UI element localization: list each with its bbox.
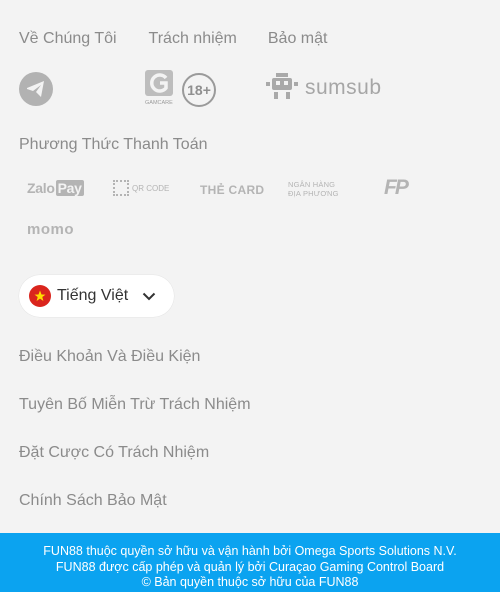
card-logo: THẺ CARD: [200, 183, 265, 197]
momo-logo: momo: [27, 221, 74, 238]
local-bank-logo: NGÂN HÀNG ĐỊA PHƯƠNG: [288, 180, 339, 198]
disclaimer-link[interactable]: Tuyên Bố Miễn Trừ Trách Nhiệm: [19, 396, 251, 414]
svg-text:GAMCARE: GAMCARE: [145, 100, 173, 106]
qr-icon: [113, 180, 129, 196]
gamcare-logo: GAMCARE: [145, 70, 177, 106]
chevron-down-icon: [142, 292, 156, 300]
responsible-betting-link[interactable]: Đặt Cược Có Trách Nhiệm: [19, 444, 209, 462]
language-label: Tiếng Việt: [57, 287, 129, 304]
age-18-plus-badge: 18+: [182, 73, 216, 107]
license-text: FUN88 được cấp phép và quản lý bởi Curaç…: [55, 559, 445, 574]
certification-badges: GAMCARE 18+ sumsub: [19, 70, 489, 110]
copyright-text: © Bản quyền thuộc sở hữu của FUN88: [141, 575, 359, 589]
payment-methods-title: Phương Thức Thanh Toán: [19, 136, 208, 153]
copyright-footer: FUN88 thuộc quyền sở hữu và vận hành bởi…: [0, 533, 500, 592]
zalopay-logo: Zalo Pay: [27, 180, 84, 196]
language-selector[interactable]: Tiếng Việt: [19, 275, 174, 317]
footer-top-links: Về Chúng Tôi Trách nhiệm Bảo mật: [19, 30, 327, 48]
fastpay-logo: FP: [384, 176, 409, 199]
vietnam-flag-icon: [29, 285, 51, 307]
telegram-icon[interactable]: [19, 72, 53, 106]
privacy-policy-link[interactable]: Chính Sách Bảo Mật: [19, 492, 167, 510]
ownership-text: FUN88 thuộc quyền sở hữu và vận hành bởi…: [43, 544, 457, 558]
terms-link[interactable]: Điều Khoản Và Điều Kiện: [19, 348, 200, 366]
security-link[interactable]: Bảo mật: [268, 30, 328, 48]
responsibility-link[interactable]: Trách nhiệm: [149, 30, 237, 48]
sumsub-logo: sumsub: [265, 72, 382, 104]
about-us-link[interactable]: Về Chúng Tôi: [19, 30, 117, 48]
qr-code-logo: QR CODE: [113, 180, 169, 196]
sumsub-icon: [266, 73, 298, 99]
